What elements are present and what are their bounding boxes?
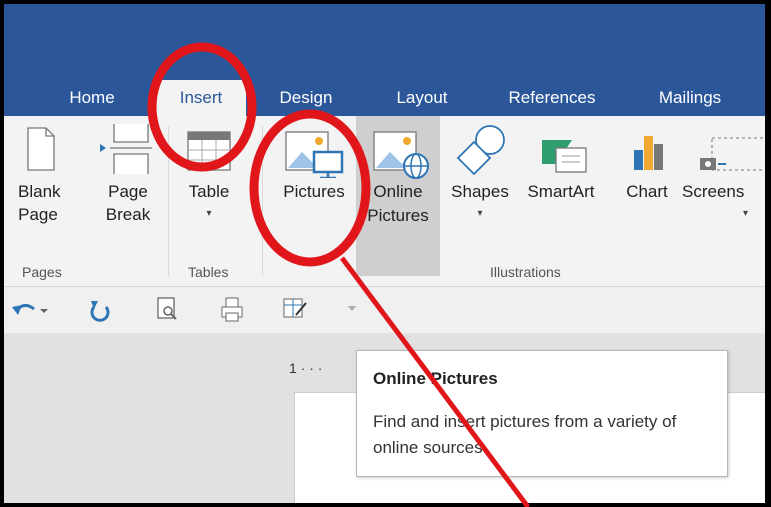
ribbon-tabs: Home Insert Design Layout References Mai… (4, 80, 765, 116)
shapes-dropdown-icon[interactable]: ▾ (444, 208, 516, 219)
blank-page-label-1: Blank (18, 182, 61, 201)
page-break-label-2: Break (105, 205, 151, 224)
online-pictures-icon (373, 131, 429, 179)
redo-icon[interactable] (88, 295, 112, 323)
ribbon-insert: Blank Page Page Break Table ▾ Pictures O… (4, 116, 765, 287)
quick-access-toolbar (4, 287, 765, 333)
online-pictures-label-1: Online (373, 182, 423, 201)
word-window: Home Insert Design Layout References Mai… (4, 4, 765, 503)
smartart-label: SmartArt (527, 182, 595, 201)
group-label-tables: Tables (188, 264, 229, 280)
group-separator (262, 126, 263, 276)
tooltip-title: Online Pictures (373, 369, 498, 388)
tooltip: Online Pictures Find and insert pictures… (356, 350, 728, 477)
page-break-label-1: Page (108, 182, 148, 201)
smartart-icon (542, 140, 587, 173)
table-dropdown-icon[interactable]: ▾ (180, 208, 238, 219)
shapes-icon (456, 125, 505, 176)
tab-design[interactable]: Design (266, 80, 346, 116)
screenshot-icon (700, 137, 765, 171)
chart-icon (634, 136, 663, 170)
undo-icon[interactable] (10, 297, 50, 323)
page-break-button[interactable]: Page Break (96, 122, 156, 252)
pictures-label: Pictures (283, 182, 345, 201)
online-pictures-button[interactable]: Online Pictures (356, 116, 440, 276)
title-bar (4, 4, 765, 80)
blank-page-button[interactable]: Blank Page (18, 122, 61, 252)
table-button[interactable]: Table ▾ (180, 122, 238, 252)
blank-page-icon (27, 127, 55, 171)
screenshot-button[interactable]: Screens ▾ (682, 122, 765, 252)
chart-button[interactable]: Chart (616, 122, 678, 252)
group-separator (168, 126, 169, 276)
pictures-icon (285, 131, 344, 178)
blank-page-label-2: Page (18, 205, 58, 224)
chart-label: Chart (626, 182, 668, 201)
ruler: 1 · · · (289, 360, 323, 376)
pictures-button[interactable]: Pictures (270, 122, 358, 252)
tab-references[interactable]: References (492, 80, 612, 116)
tab-home[interactable]: Home (52, 80, 132, 116)
shapes-button[interactable]: Shapes ▾ (444, 122, 516, 252)
group-label-illustrations: Illustrations (490, 264, 561, 280)
online-pictures-label-2: Pictures (367, 206, 429, 225)
shapes-label: Shapes (451, 182, 509, 201)
page-break-icon (100, 124, 152, 174)
customize-toolbar-icon[interactable] (346, 303, 358, 313)
smartart-button[interactable]: SmartArt (516, 122, 606, 252)
table-label: Table (188, 182, 230, 201)
table-icon (187, 131, 231, 171)
tooltip-description: Find and insert pictures from a variety … (373, 412, 677, 457)
tab-insert[interactable]: Insert (156, 80, 246, 116)
group-label-pages: Pages (22, 264, 62, 280)
tab-mailings[interactable]: Mailings (640, 80, 740, 116)
screenshot-label: Screens (682, 182, 745, 201)
draw-table-icon[interactable] (280, 295, 308, 323)
print-preview-icon[interactable] (154, 295, 182, 323)
screenshot-dropdown-icon[interactable]: ▾ (704, 208, 765, 219)
quick-print-icon[interactable] (218, 295, 246, 323)
tab-layout[interactable]: Layout (382, 80, 462, 116)
